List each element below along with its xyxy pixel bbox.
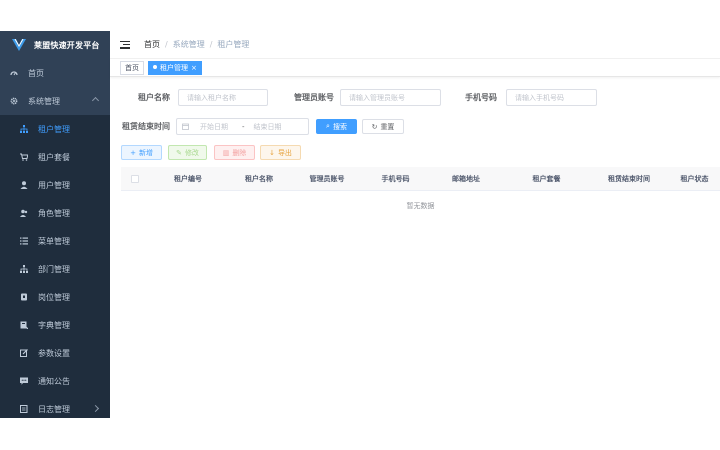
sidebar-item-posts[interactable]: 岗位管理 [0, 283, 110, 311]
chevron-right-icon [91, 404, 100, 413]
admin-account-label: 管理员账号 [294, 93, 334, 102]
select-all-cell [121, 174, 149, 183]
breadcrumb: 首页 / 系统管理 / 租户管理 [144, 39, 250, 50]
reset-button[interactable]: ↻ 重置 [362, 119, 404, 134]
column-header[interactable]: 租赁结束时间 [589, 174, 669, 184]
search-button[interactable]: ⌕ 搜索 [316, 119, 357, 134]
tenant-name-field: 租户名称 请输入租户名称 [138, 89, 268, 106]
download-icon: ↓ [269, 148, 275, 157]
sidebar-item-label: 系统管理 [28, 96, 60, 106]
sidebar-item-label: 日志管理 [38, 404, 70, 414]
dashboard-icon [10, 71, 18, 76]
sidebar-item-label: 通知公告 [38, 376, 70, 386]
tenant-name-input[interactable]: 请输入租户名称 [178, 89, 268, 106]
delete-button[interactable]: ▥ 删除 [214, 145, 255, 160]
role-icon [20, 209, 28, 217]
calendar-icon [182, 123, 189, 130]
tenant-name-label: 租户名称 [138, 93, 170, 102]
sidebar-item-label: 部门管理 [38, 264, 70, 274]
select-all-checkbox[interactable] [131, 174, 139, 183]
tag-home[interactable]: 首页 [120, 60, 144, 75]
expire-date-label: 租赁结束时间 [122, 122, 170, 131]
admin-account-field: 管理员账号 请输入管理员账号 [294, 89, 441, 106]
end-date-placeholder: 结束日期 [253, 122, 282, 131]
sidebar-item-dictionary[interactable]: 字典管理 [0, 311, 110, 339]
cart-icon [20, 153, 28, 161]
sidebar-item-menus[interactable]: 菜单管理 [0, 227, 110, 255]
edit-icon [20, 349, 28, 357]
sidebar-item-tenant[interactable]: 租户管理 [0, 115, 110, 143]
tenant-icon [20, 125, 28, 133]
sidebar-item-label: 字典管理 [38, 320, 70, 330]
sidebar-item-notices[interactable]: 通知公告 [0, 367, 110, 395]
logo-icon [12, 39, 26, 51]
tags-view: 首页 租户管理 × [110, 59, 720, 77]
column-header[interactable]: 租户名称 [227, 174, 291, 184]
table-header: 租户编号 租户名称 管理员账号 手机号码 邮箱地址 租户套餐 租赁结束时间 租户… [121, 167, 720, 191]
dict-icon [20, 321, 28, 329]
phone-input[interactable]: 请输入手机号码 [506, 89, 597, 106]
user-icon [20, 181, 28, 189]
sidebar-item-label: 租户套餐 [38, 152, 70, 162]
tag-tenant[interactable]: 租户管理 × [148, 60, 202, 75]
column-header[interactable]: 邮箱地址 [428, 174, 504, 184]
column-header[interactable]: 手机号码 [363, 174, 428, 184]
close-icon[interactable]: × [191, 64, 197, 72]
column-header[interactable]: 租户状态 [669, 174, 720, 184]
sidebar-item-label: 菜单管理 [38, 236, 70, 246]
column-header[interactable]: 管理员账号 [291, 174, 363, 184]
sidebar-item-label: 用户管理 [38, 180, 70, 190]
app-window: 莱盟快速开发平台 首页 系统管理 租户管理 租户套餐 用户管理 角色管理 菜单管… [0, 31, 720, 418]
sidebar-item-tenant-package[interactable]: 租户套餐 [0, 143, 110, 171]
column-header[interactable]: 租户套餐 [504, 174, 589, 184]
sidebar: 莱盟快速开发平台 首页 系统管理 租户管理 租户套餐 用户管理 角色管理 菜单管… [0, 31, 110, 418]
export-button[interactable]: ↓ 导出 [260, 145, 301, 160]
sidebar-item-departments[interactable]: 部门管理 [0, 255, 110, 283]
menu-icon [20, 237, 28, 245]
sidebar-item-roles[interactable]: 角色管理 [0, 199, 110, 227]
app-title: 莱盟快速开发平台 [34, 40, 100, 50]
sidebar-item-home[interactable]: 首页 [0, 59, 110, 87]
trash-icon: ▥ [222, 148, 230, 157]
add-button[interactable]: + 新增 [121, 145, 162, 160]
sidebar-item-label: 角色管理 [38, 208, 70, 218]
chevron-up-icon [91, 96, 100, 105]
sidebar-item-label: 首页 [28, 68, 44, 78]
refresh-icon: ↻ [371, 122, 378, 131]
column-header[interactable]: 租户编号 [149, 174, 227, 184]
message-icon [20, 377, 28, 385]
sidebar-item-settings[interactable]: 参数设置 [0, 339, 110, 367]
log-icon [20, 405, 28, 413]
breadcrumb-item: 系统管理 [172, 40, 205, 49]
expire-date-field: 租赁结束时间 开始日期 - 结束日期 [122, 118, 309, 135]
edit-button[interactable]: ✎ 修改 [168, 145, 207, 160]
date-range-picker[interactable]: 开始日期 - 结束日期 [176, 118, 309, 135]
sidebar-item-logs[interactable]: 日志管理 [0, 395, 110, 418]
admin-account-input[interactable]: 请输入管理员账号 [340, 89, 441, 106]
empty-state: 暂无数据 [406, 202, 435, 210]
breadcrumb-item: 租户管理 [217, 40, 250, 49]
sidebar-item-label: 岗位管理 [38, 292, 70, 302]
start-date-placeholder: 开始日期 [200, 122, 228, 131]
brand: 莱盟快速开发平台 [0, 31, 110, 59]
sidebar-item-label: 参数设置 [38, 348, 70, 358]
main-content: 首页 / 系统管理 / 租户管理 首页 租户管理 × 租户名称 请输入租户名称 管… [110, 31, 720, 418]
sidebar-item-users[interactable]: 用户管理 [0, 171, 110, 199]
sidebar-item-system[interactable]: 系统管理 [0, 87, 110, 115]
post-icon [21, 293, 27, 301]
navbar: 首页 / 系统管理 / 租户管理 [110, 31, 720, 59]
sidebar-submenu: 租户管理 租户套餐 用户管理 角色管理 菜单管理 部门管理 岗位管理 字典管理 … [0, 115, 110, 418]
edit-icon: ✎ [176, 148, 182, 157]
phone-label: 手机号码 [465, 93, 497, 102]
sidebar-item-label: 租户管理 [38, 124, 70, 134]
dept-icon [20, 265, 28, 273]
search-icon: ⌕ [326, 122, 330, 130]
hamburger-icon[interactable] [120, 40, 130, 49]
phone-field: 手机号码 请输入手机号码 [465, 89, 597, 106]
gear-icon [10, 97, 18, 105]
plus-icon: + [130, 148, 136, 157]
breadcrumb-item[interactable]: 首页 [144, 39, 160, 50]
